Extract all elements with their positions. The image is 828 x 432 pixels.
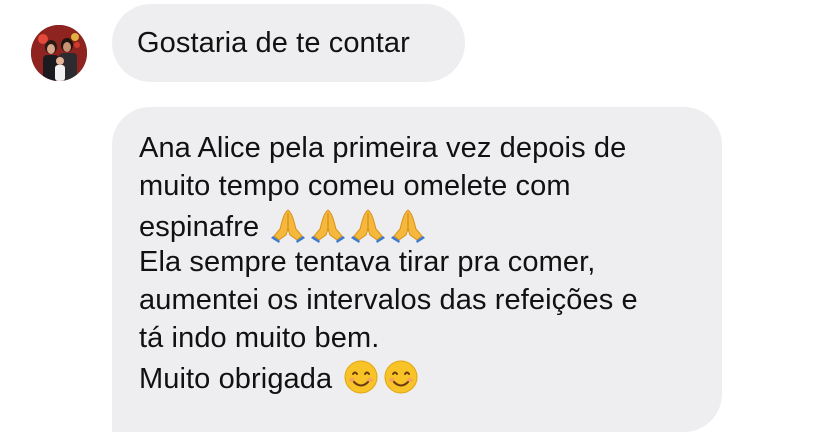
smiling-face-icon <box>382 357 420 395</box>
sender-avatar[interactable] <box>31 25 87 81</box>
avatar-photo <box>31 25 87 81</box>
message-line: tá indo muito bem. <box>139 322 380 354</box>
message-bubble-1[interactable]: Gostaria de te contar <box>112 4 465 82</box>
praying-hands-icon <box>389 205 427 243</box>
message-line-with-emoji: espinafre <box>139 205 702 243</box>
message-line: espinafre <box>139 211 260 243</box>
message-line: aumentei os intervalos das refeições e <box>139 284 638 316</box>
message-line: Ana Alice pela primeira vez depois de <box>139 132 627 164</box>
message-line-with-emoji: Muito obrigada <box>139 357 702 395</box>
message-bubble-2[interactable]: Ana Alice pela primeira vez depois de mu… <box>112 107 722 432</box>
praying-hands-icon <box>349 205 387 243</box>
message-text: Gostaria de te contar <box>137 27 410 59</box>
smiling-face-icon <box>342 357 380 395</box>
message-line: Muito obrigada <box>139 363 333 395</box>
praying-hands-icon <box>269 205 307 243</box>
message-line: muito tempo comeu omelete com <box>139 170 571 202</box>
chat-thread: Gostaria de te contar Ana Alice pela pri… <box>0 0 828 432</box>
message-line: Ela sempre tentava tirar pra comer, <box>139 246 596 278</box>
praying-hands-icon <box>309 205 347 243</box>
